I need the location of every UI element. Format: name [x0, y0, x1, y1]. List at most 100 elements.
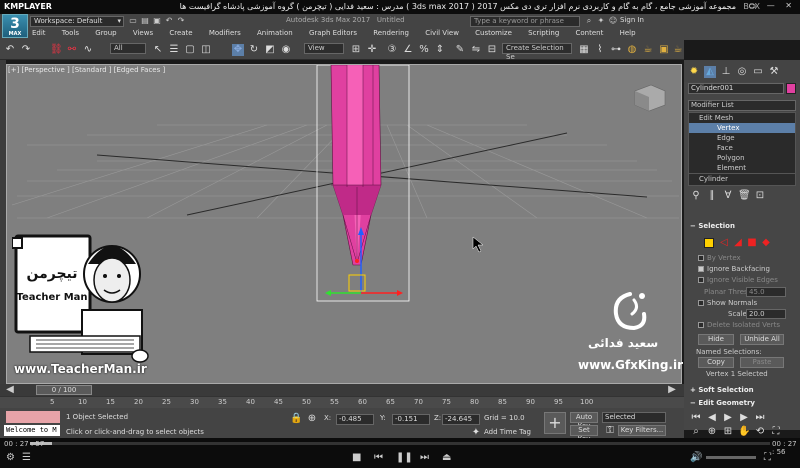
menu-tools[interactable]: Tools — [62, 29, 79, 37]
angle-snap-icon[interactable]: ∠ — [402, 44, 414, 56]
window-crossing-icon[interactable]: ◫ — [200, 44, 212, 56]
seek-bar[interactable] — [30, 442, 770, 445]
y-coordinate-field[interactable]: -0.151 — [392, 414, 430, 425]
orbit-icon[interactable]: ⟲ — [754, 426, 766, 438]
unhide-all-button[interactable]: Unhide All — [740, 334, 784, 345]
settings-icon[interactable]: ⚙ — [6, 452, 15, 463]
menu-help[interactable]: Help — [620, 29, 636, 37]
object-color-swatch[interactable] — [786, 83, 796, 94]
key-filters-button[interactable]: Key Filters... — [618, 425, 666, 436]
menu-customize[interactable]: Customize — [475, 29, 512, 37]
pause-icon[interactable]: ❚❚ — [396, 452, 413, 463]
stack-edge[interactable]: Edge — [689, 133, 795, 143]
copy-button[interactable]: Copy — [698, 357, 734, 368]
edit-geometry-rollout-header[interactable]: − Edit Geometry — [690, 399, 755, 407]
menu-scripting[interactable]: Scripting — [528, 29, 559, 37]
vertex-level-icon[interactable] — [704, 238, 714, 248]
render-icon[interactable]: ☕ — [672, 44, 684, 56]
material-editor-icon[interactable]: ◍ — [626, 44, 638, 56]
snaps-toggle-icon[interactable]: ③ — [386, 44, 398, 56]
motion-tab-icon[interactable]: ◎ — [736, 66, 748, 78]
scale-icon[interactable]: ◩ — [264, 44, 276, 56]
stop-icon[interactable]: ■ — [352, 452, 361, 463]
app-menu-button[interactable]: 3 MAX — [2, 14, 28, 38]
menu-animation[interactable]: Animation — [257, 29, 293, 37]
zoom-all-icon[interactable]: ⊕ — [706, 426, 718, 438]
modify-tab-icon[interactable]: ◭ — [704, 66, 716, 78]
key-set-dropdown[interactable]: Selected — [602, 412, 666, 423]
search-icon[interactable]: ⌕ — [584, 16, 594, 26]
delete-isolated-checkbox[interactable]: Delete Isolated Verts — [698, 321, 780, 329]
pin-stack-icon[interactable]: ⚲ — [690, 190, 702, 202]
menu-graph-editors[interactable]: Graph Editors — [309, 29, 357, 37]
menu-views[interactable]: Views — [133, 29, 153, 37]
eject-icon[interactable]: ⏏ — [442, 452, 451, 463]
playlist-icon[interactable]: ☰ — [22, 452, 31, 463]
ignore-visible-edges-checkbox[interactable]: Ignore Visible Edges — [698, 276, 778, 284]
select-by-name-icon[interactable]: ☰ — [168, 44, 180, 56]
menu-rendering[interactable]: Rendering — [373, 29, 409, 37]
next-frame-icon[interactable]: ▶ — [666, 384, 678, 396]
time-slider-track[interactable] — [0, 384, 684, 396]
window-controls[interactable]: ▭ — ✕ — [749, 1, 796, 10]
key-mode-icon[interactable]: ⚿ — [604, 425, 616, 437]
add-time-tag-button[interactable]: Add Time Tag — [484, 428, 531, 436]
stack-polygon[interactable]: Polygon — [689, 153, 795, 163]
remove-modifier-icon[interactable]: 🗑 — [738, 190, 751, 202]
selection-rollout-header[interactable]: − Selection — [690, 222, 735, 230]
set-keys-button[interactable]: + — [544, 412, 566, 434]
by-vertex-checkbox[interactable]: By Vertex — [698, 254, 741, 262]
move-icon[interactable]: ✥ — [232, 44, 244, 56]
bind-space-warp-icon[interactable]: ∿ — [82, 44, 94, 56]
maxscript-listener-output[interactable]: Welcome to M — [4, 425, 60, 436]
selection-filter-dropdown[interactable]: All — [110, 43, 146, 54]
zoom-extents-icon[interactable]: ⊞ — [722, 426, 734, 438]
menu-group[interactable]: Group — [95, 29, 116, 37]
planar-thresh-field[interactable]: 45.0 — [746, 287, 786, 297]
rect-selection-icon[interactable]: ▢ — [184, 44, 196, 56]
soft-selection-rollout-header[interactable]: + Soft Selection — [690, 386, 754, 394]
go-to-start-icon[interactable]: ⏮ — [690, 412, 702, 424]
auto-key-button[interactable]: Auto Key — [570, 412, 598, 430]
sign-in-button[interactable]: Sign In — [620, 16, 644, 24]
prev-frame-icon[interactable]: ◀ — [706, 412, 718, 424]
volume-icon[interactable]: 🔊 — [690, 452, 702, 463]
menu-content[interactable]: Content — [576, 29, 604, 37]
volume-slider[interactable] — [706, 456, 756, 459]
show-end-result-icon[interactable]: ∥ — [706, 190, 718, 202]
timeline-toggle-icon[interactable]: ◀ — [4, 384, 16, 396]
go-to-end-icon[interactable]: ⏭ — [754, 412, 766, 424]
menu-edit[interactable]: Edit — [32, 29, 46, 37]
menu-civil-view[interactable]: Civil View — [425, 29, 459, 37]
redo-icon[interactable]: ↷ — [20, 44, 32, 56]
new-file-icon[interactable]: ▭ — [128, 16, 138, 26]
link-icon[interactable]: ⛓ — [50, 44, 63, 56]
transform-mode-icon[interactable]: ⊕ — [306, 413, 318, 425]
redo-icon[interactable]: ↷ — [176, 16, 186, 26]
z-coordinate-field[interactable]: -24.645 — [442, 414, 480, 425]
edge-level-icon[interactable]: ◁ — [718, 237, 730, 249]
percent-snap-icon[interactable]: % — [418, 44, 430, 56]
curve-editor-icon[interactable]: ⌇ — [594, 44, 606, 56]
stack-vertex[interactable]: Vertex — [689, 123, 795, 133]
paste-button[interactable]: Paste — [740, 357, 784, 368]
modifier-list-dropdown[interactable]: Modifier List — [688, 100, 796, 111]
stack-edit-mesh[interactable]: Edit Mesh — [689, 113, 795, 123]
reference-coord-dropdown[interactable]: View — [304, 43, 344, 54]
align-icon[interactable]: ⊟ — [486, 44, 498, 56]
show-normals-checkbox[interactable]: Show Normals — [698, 299, 757, 307]
configure-sets-icon[interactable]: ⊡ — [754, 190, 766, 202]
infocenter-icon[interactable]: ✦ — [596, 16, 606, 26]
element-level-icon[interactable]: ◆ — [760, 237, 772, 249]
next-frame-icon[interactable]: ▶ — [738, 412, 750, 424]
undo-icon[interactable]: ↶ — [164, 16, 174, 26]
schematic-view-icon[interactable]: ⊶ — [610, 44, 622, 56]
menu-modifiers[interactable]: Modifiers — [209, 29, 241, 37]
render-frame-icon[interactable]: ▣ — [658, 44, 670, 56]
x-coordinate-field[interactable]: -0.485 — [336, 414, 374, 425]
unlink-icon[interactable]: ⚯ — [66, 44, 78, 56]
edit-named-selection-icon[interactable]: ✎ — [454, 44, 466, 56]
user-icon[interactable]: ☺ — [608, 16, 618, 26]
pivot-center-icon[interactable]: ⊞ — [350, 44, 362, 56]
pan-icon[interactable]: ✋ — [738, 426, 750, 438]
